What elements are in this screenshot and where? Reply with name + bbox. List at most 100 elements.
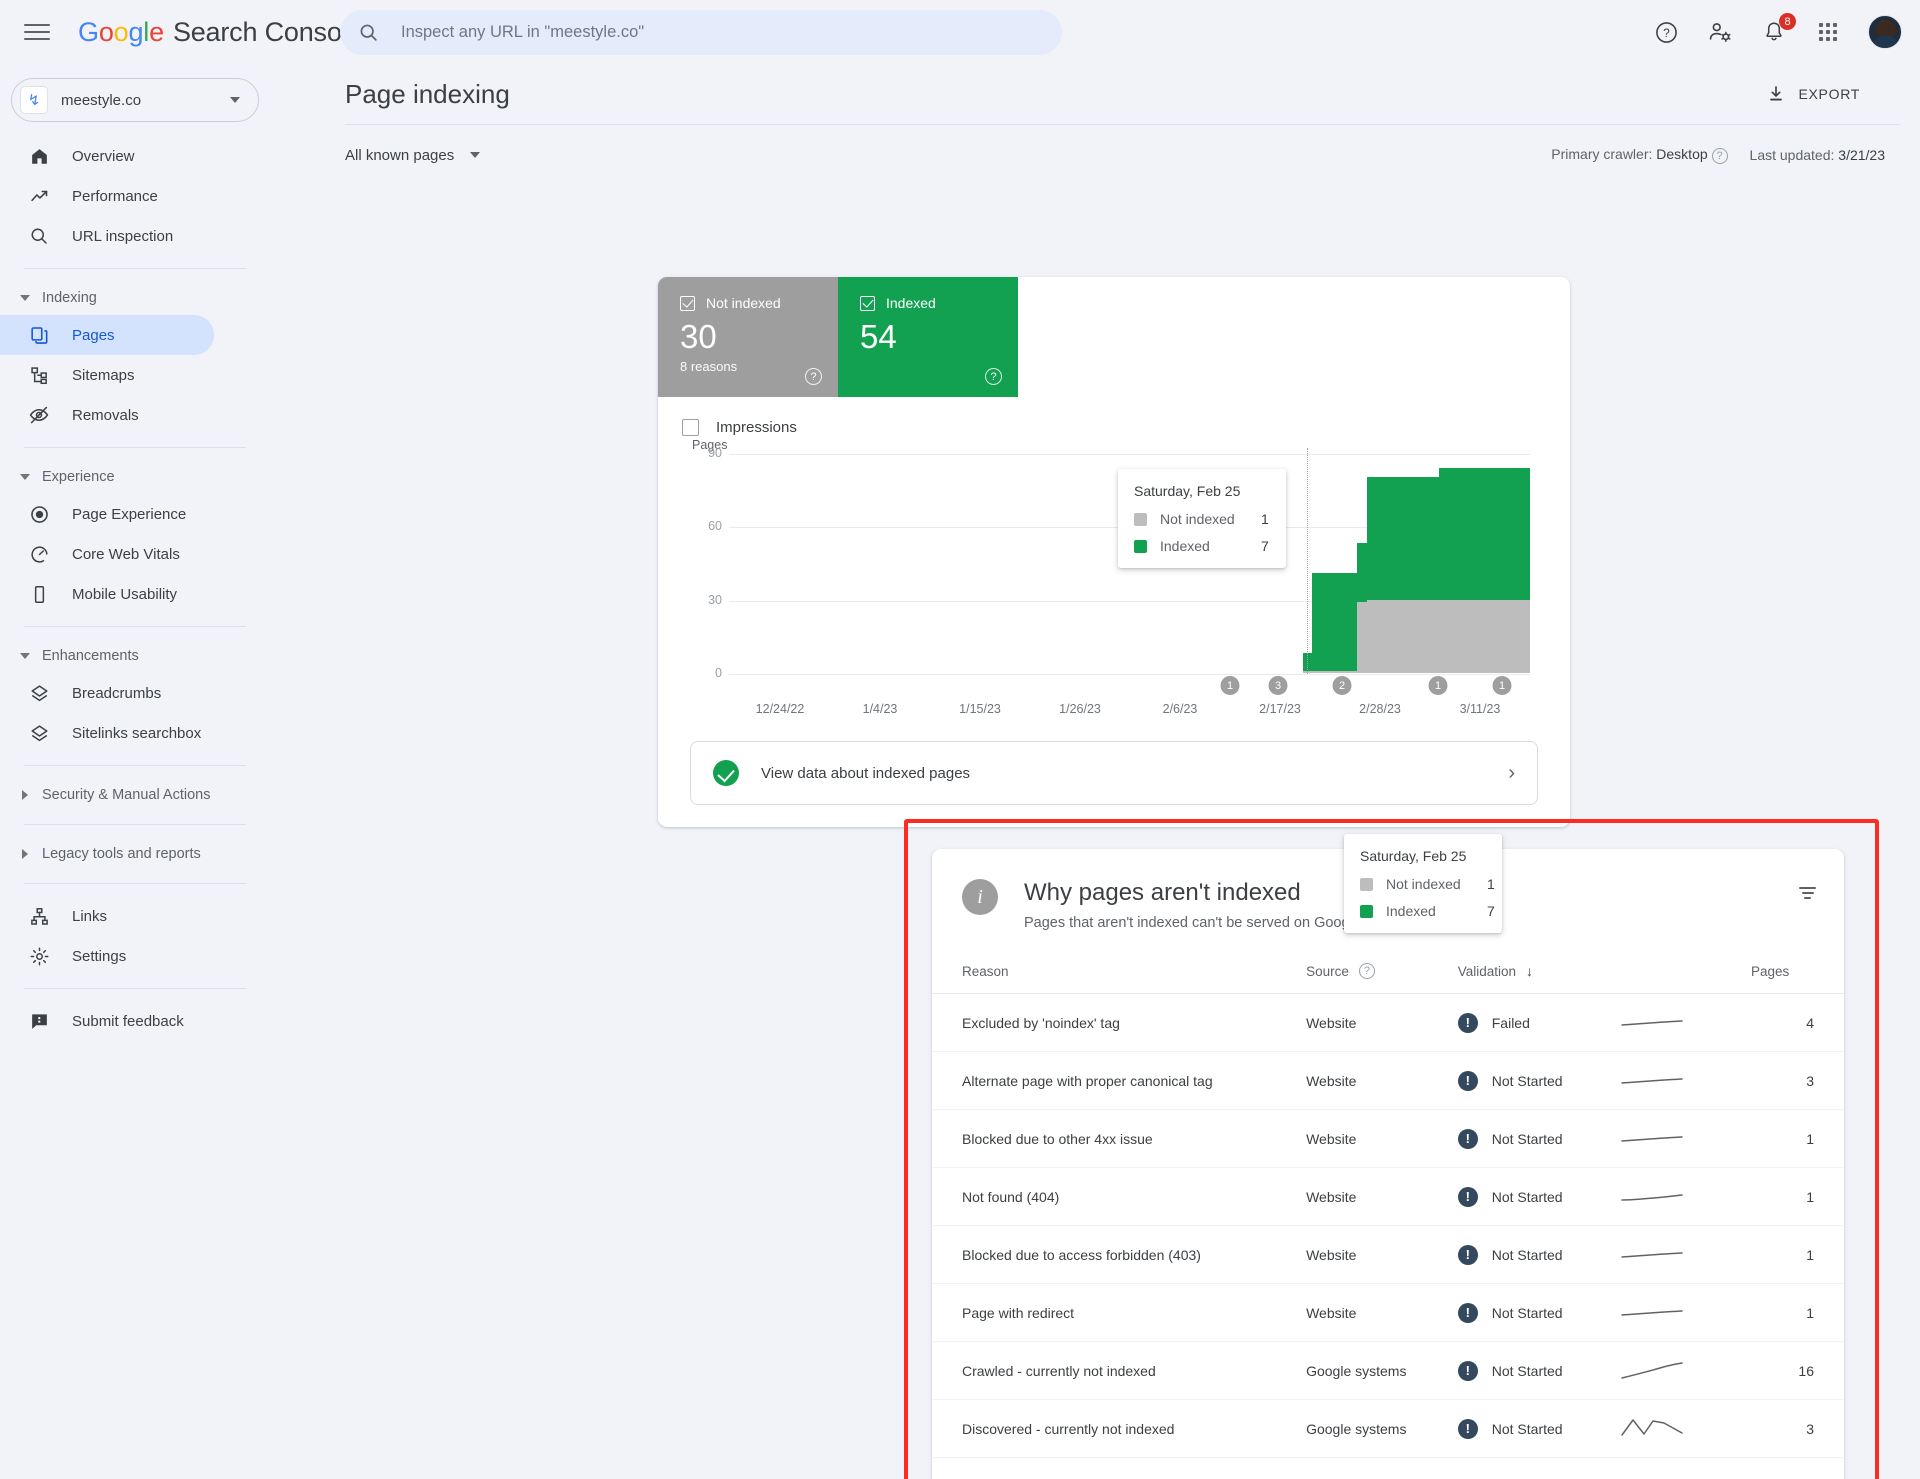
chart-bar[interactable]	[1085, 454, 1094, 673]
chart-bar[interactable]	[985, 454, 994, 673]
chart-bar[interactable]	[885, 454, 894, 673]
tile-not-indexed[interactable]: Not indexed 30 8 reasons ?	[658, 277, 838, 397]
chart-bar[interactable]	[894, 454, 903, 673]
checkbox-checked-icon[interactable]	[680, 295, 695, 311]
chart-annotation-marker[interactable]: 3	[1268, 676, 1288, 695]
chart-bar[interactable]	[994, 454, 1003, 673]
chart-bar[interactable]	[1285, 454, 1294, 673]
chart-bar[interactable]	[1430, 454, 1440, 673]
sidebar-item-sitemaps[interactable]: Sitemaps	[0, 355, 214, 395]
chart-bar[interactable]	[966, 454, 975, 673]
chart-bar[interactable]	[1321, 454, 1331, 673]
chart-bar[interactable]	[1439, 454, 1449, 673]
table-row[interactable]: Blocked due to other 4xx issue Website! No…	[932, 1109, 1844, 1168]
chart-bar[interactable]	[1384, 454, 1394, 673]
chart-bar[interactable]	[1312, 454, 1322, 673]
col-validation[interactable]: Validation ↓	[1457, 953, 1620, 994]
sidebar-item-settings[interactable]: Settings	[0, 936, 214, 976]
chart-bar[interactable]	[1330, 454, 1340, 673]
chart-bar[interactable]	[1066, 454, 1075, 673]
sidebar-group-experience[interactable]: Experience	[0, 460, 270, 494]
help-circle-icon[interactable]: ?	[1358, 963, 1375, 979]
chart-bar[interactable]	[830, 454, 839, 673]
chart-bar[interactable]	[866, 454, 875, 673]
chart-bar[interactable]	[876, 454, 885, 673]
chart-bar[interactable]	[794, 454, 803, 673]
sidebar-item-submit-feedback[interactable]: Submit feedback	[0, 1001, 214, 1041]
sidebar-item-sitelinks-searchbox[interactable]: Sitelinks searchbox	[0, 713, 214, 753]
chart-bar[interactable]	[1484, 454, 1494, 673]
chart-bar[interactable]	[739, 454, 748, 673]
chart-bar[interactable]	[939, 454, 948, 673]
chart-bar[interactable]	[1375, 454, 1385, 673]
chart-bar[interactable]	[948, 454, 957, 673]
chart-annotation-marker[interactable]: 1	[1220, 676, 1240, 695]
sidebar-item-performance[interactable]: Performance	[0, 176, 214, 216]
chart-bar[interactable]	[1021, 454, 1030, 673]
chart-bar[interactable]	[1012, 454, 1021, 673]
chart-bar[interactable]	[1094, 454, 1103, 673]
sidebar-item-overview[interactable]: Overview	[0, 136, 214, 176]
chart-bar[interactable]	[1039, 454, 1048, 673]
checkbox-checked-icon[interactable]	[860, 295, 875, 311]
sidebar-group-enhancements[interactable]: Enhancements	[0, 639, 270, 673]
help-circle-icon[interactable]: ?	[1711, 148, 1728, 164]
chart-bar[interactable]	[848, 454, 857, 673]
chart-bar[interactable]	[912, 454, 921, 673]
chart-bar[interactable]	[903, 454, 912, 673]
chart-bar[interactable]	[1339, 454, 1349, 673]
sidebar-item-removals[interactable]: Removals	[0, 395, 214, 435]
impressions-toggle[interactable]: Impressions	[658, 397, 1570, 436]
sidebar-item-mobile-usability[interactable]: Mobile Usability	[0, 574, 214, 614]
chart-bar[interactable]	[1512, 454, 1522, 673]
chart-bar[interactable]	[957, 454, 966, 673]
chart-bar[interactable]	[1421, 454, 1431, 673]
notifications-bell-icon[interactable]: 8	[1760, 13, 1796, 46]
chart-bar[interactable]	[730, 454, 739, 673]
chart-annotation-marker[interactable]: 2	[1332, 676, 1352, 695]
checkbox-unchecked-icon[interactable]	[682, 419, 699, 436]
chart-bar[interactable]	[1493, 454, 1503, 673]
table-row[interactable]: Page with redirect Website! Not Started 1	[932, 1283, 1844, 1342]
chart-bar[interactable]	[1521, 454, 1531, 673]
sidebar-item-url-inspection[interactable]: URL inspection	[0, 216, 214, 256]
chart-bar[interactable]	[1348, 454, 1358, 673]
chart-bar[interactable]	[803, 454, 812, 673]
chart-bar[interactable]	[1057, 454, 1066, 673]
chart-bar[interactable]	[785, 454, 794, 673]
sidebar-item-breadcrumbs[interactable]: Breadcrumbs	[0, 673, 214, 713]
tile-indexed[interactable]: Indexed 54 ?	[838, 277, 1018, 397]
chart-bar[interactable]	[1357, 454, 1367, 673]
sidebar-item-links[interactable]: Links	[0, 896, 214, 936]
chart-bar[interactable]	[757, 454, 766, 673]
chart-bar[interactable]	[821, 454, 830, 673]
chart-bar[interactable]	[857, 454, 866, 673]
chart-bar[interactable]	[748, 454, 757, 673]
google-apps-grid-icon[interactable]	[1814, 18, 1842, 46]
chart-bar[interactable]	[1076, 454, 1085, 673]
chart-bar[interactable]	[1475, 454, 1485, 673]
chart-bar[interactable]	[1393, 454, 1403, 673]
export-button[interactable]: EXPORT	[1766, 84, 1860, 104]
col-source[interactable]: Source ?	[1306, 953, 1458, 994]
chart-bar[interactable]	[775, 454, 784, 673]
col-pages[interactable]: Pages	[1750, 953, 1844, 994]
view-indexed-pages-banner[interactable]: View data about indexed pages ›	[690, 741, 1538, 805]
chart-bar[interactable]	[812, 454, 821, 673]
chart-bar[interactable]	[976, 454, 985, 673]
property-selector[interactable]: ↯ meestyle.co	[11, 78, 259, 122]
chart-bar[interactable]	[1448, 454, 1458, 673]
user-settings-icon[interactable]	[1706, 18, 1734, 46]
chart-bar[interactable]	[930, 454, 939, 673]
chart-annotation-marker[interactable]: 1	[1428, 676, 1448, 695]
col-reason[interactable]: Reason	[932, 953, 1307, 994]
chart-bar[interactable]	[1366, 454, 1376, 673]
sidebar-group-indexing[interactable]: Indexing	[0, 281, 270, 315]
sidebar-item-pages[interactable]: Pages	[0, 315, 214, 355]
chart-bar[interactable]	[1103, 454, 1112, 673]
table-row[interactable]: Crawled - currently not indexed Google sy…	[932, 1341, 1844, 1400]
chart-bar[interactable]	[1412, 454, 1422, 673]
menu-hamburger-icon[interactable]	[22, 20, 52, 44]
chart-bar[interactable]	[1457, 454, 1467, 673]
table-row[interactable]: Excluded by 'noindex' tag Website! Failed 4	[932, 993, 1844, 1052]
